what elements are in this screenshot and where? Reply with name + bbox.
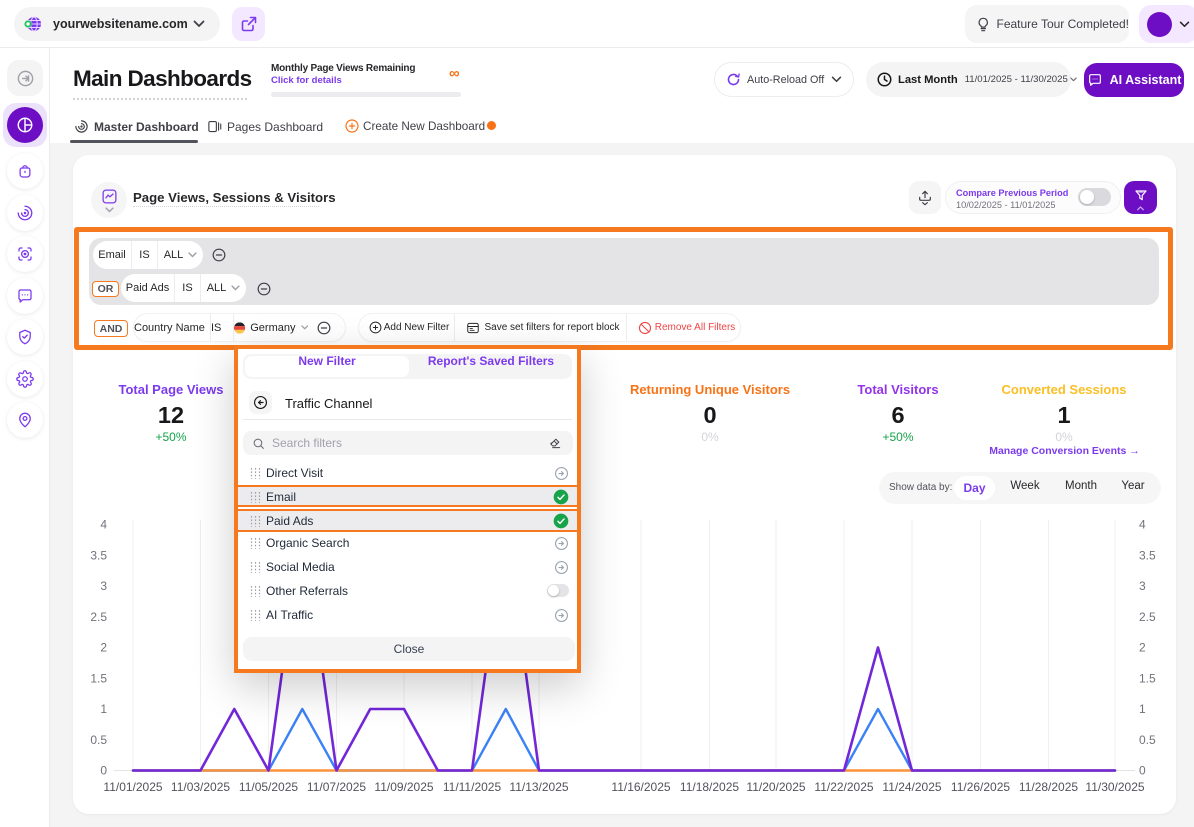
svg-text:3.5: 3.5 <box>1139 548 1156 562</box>
svg-text:0: 0 <box>100 764 107 778</box>
svg-text:0.5: 0.5 <box>90 733 107 747</box>
svg-text:3: 3 <box>1139 579 1146 593</box>
svg-text:11/05/2025: 11/05/2025 <box>239 780 298 794</box>
svg-text:11/22/2025: 11/22/2025 <box>814 780 873 794</box>
svg-text:2.5: 2.5 <box>90 610 107 624</box>
svg-text:11/24/2025: 11/24/2025 <box>882 780 941 794</box>
svg-text:2: 2 <box>1139 641 1146 655</box>
svg-text:0: 0 <box>1139 764 1146 778</box>
svg-text:11/11/2025: 11/11/2025 <box>443 780 502 794</box>
svg-text:4: 4 <box>100 518 107 532</box>
svg-text:11/28/2025: 11/28/2025 <box>1019 780 1078 794</box>
svg-text:11/20/2025: 11/20/2025 <box>746 780 805 794</box>
svg-text:4: 4 <box>1139 518 1146 532</box>
svg-text:1.5: 1.5 <box>1139 671 1156 685</box>
svg-text:1: 1 <box>1139 702 1146 716</box>
svg-text:11/30/2025: 11/30/2025 <box>1085 780 1144 794</box>
svg-text:11/13/2025: 11/13/2025 <box>509 780 568 794</box>
svg-text:2.5: 2.5 <box>1139 610 1156 624</box>
svg-text:1.5: 1.5 <box>90 671 107 685</box>
svg-text:11/26/2025: 11/26/2025 <box>951 780 1010 794</box>
svg-text:1: 1 <box>100 702 107 716</box>
svg-text:11/16/2025: 11/16/2025 <box>611 780 670 794</box>
svg-text:3: 3 <box>100 579 107 593</box>
svg-text:11/09/2025: 11/09/2025 <box>374 780 433 794</box>
svg-text:11/03/2025: 11/03/2025 <box>171 780 230 794</box>
svg-text:11/18/2025: 11/18/2025 <box>680 780 739 794</box>
svg-text:11/07/2025: 11/07/2025 <box>307 780 366 794</box>
svg-text:0.5: 0.5 <box>1139 733 1156 747</box>
svg-text:11/01/2025: 11/01/2025 <box>103 780 162 794</box>
svg-text:3.5: 3.5 <box>90 548 107 562</box>
svg-text:2: 2 <box>100 641 107 655</box>
